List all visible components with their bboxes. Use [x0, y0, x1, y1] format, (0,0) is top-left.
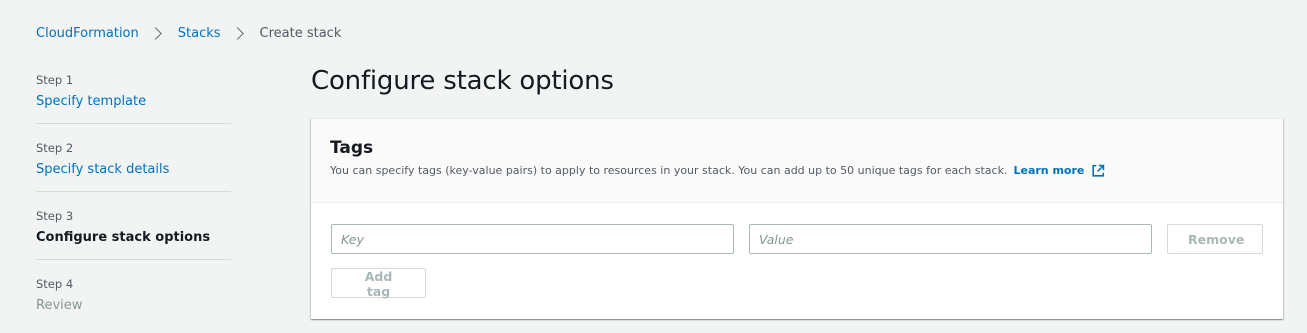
tags-panel-title: Tags [330, 138, 374, 158]
wizard-steps: Step 1 Specify template Step 2 Specify s… [36, 70, 231, 327]
breadcrumb-stacks[interactable]: Stacks [178, 26, 221, 41]
tags-panel-header: Tags You can specify tags (key-value pai… [311, 119, 1283, 203]
remove-tag-button[interactable]: Remove [1167, 224, 1263, 254]
step-number: Step 1 [36, 73, 74, 87]
step-number: Step 3 [36, 209, 74, 223]
chevron-right-icon [230, 26, 244, 40]
step-current-configure-stack-options: Configure stack options [36, 230, 211, 245]
add-tag-button[interactable]: Add tag [331, 268, 426, 299]
step-review: Review [36, 298, 83, 313]
step-number: Step 2 [36, 141, 74, 155]
step-link-specify-stack-details[interactable]: Specify stack details [36, 160, 231, 180]
wizard-step-4: Step 4 Review [36, 260, 231, 327]
external-link-icon [1092, 164, 1105, 177]
step-number: Step 4 [36, 277, 74, 291]
learn-more-link[interactable]: Learn more [1013, 163, 1105, 179]
wizard-step-1: Step 1 Specify template [36, 70, 231, 124]
learn-more-label: Learn more [1013, 164, 1085, 177]
tag-key-input[interactable] [331, 224, 734, 254]
wizard-step-3: Step 3 Configure stack options [36, 192, 231, 260]
tags-panel: Tags You can specify tags (key-value pai… [311, 118, 1283, 319]
breadcrumb: CloudFormation Stacks Create stack [36, 24, 341, 42]
tag-value-input[interactable] [749, 224, 1152, 254]
breadcrumb-cloudformation[interactable]: CloudFormation [36, 26, 139, 41]
chevron-right-icon [148, 26, 162, 40]
tags-panel-description: You can specify tags (key-value pairs) t… [330, 163, 1263, 179]
step-link-specify-template[interactable]: Specify template [36, 92, 231, 112]
tags-description-text: You can specify tags (key-value pairs) t… [330, 164, 1008, 177]
tag-row: Remove [331, 224, 1263, 254]
page-title: Configure stack options [311, 66, 614, 96]
wizard-step-2: Step 2 Specify stack details [36, 124, 231, 192]
breadcrumb-current: Create stack [259, 25, 342, 41]
